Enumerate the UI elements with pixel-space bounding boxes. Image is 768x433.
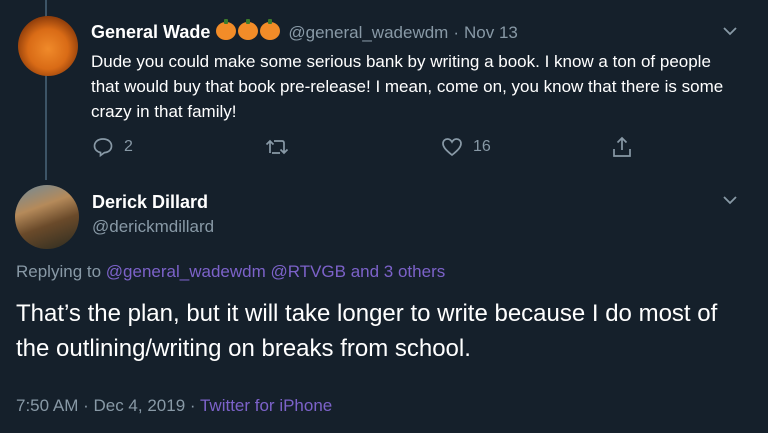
tweet-date[interactable]: Nov 13 <box>464 23 518 43</box>
tweet-header: General Wade @general_wadewdm · Nov 13 <box>91 19 518 43</box>
reply-icon <box>92 136 114 158</box>
replying-to-line: Replying to @general_wadewdm @RTVGB and … <box>16 262 445 282</box>
source-link[interactable]: Twitter for iPhone <box>200 396 332 415</box>
avatar[interactable] <box>15 185 79 249</box>
separator: · <box>453 22 460 42</box>
share-icon <box>611 135 633 159</box>
retweet-icon <box>264 136 290 158</box>
heart-icon <box>441 136 463 158</box>
pumpkin-icon <box>238 19 259 40</box>
pumpkin-emoji-group <box>216 19 282 43</box>
retweet-button[interactable] <box>264 136 290 158</box>
chevron-down-icon[interactable] <box>722 26 738 36</box>
tweet-text: Dude you could make some serious bank by… <box>91 52 724 121</box>
share-button[interactable] <box>611 135 633 159</box>
reply-count: 2 <box>124 138 133 155</box>
chevron-down-icon[interactable] <box>722 195 738 205</box>
author-handle[interactable]: @derickmdillard <box>92 217 214 237</box>
replying-to-link[interactable]: @general_wadewdm @RTVGB and 3 others <box>106 262 445 281</box>
avatar[interactable] <box>18 16 78 76</box>
author-handle[interactable]: @general_wadewdm <box>288 23 448 43</box>
tweet-meta: 7:50 AM · Dec 4, 2019 · Twitter for iPho… <box>16 396 332 416</box>
pumpkin-icon <box>216 19 237 40</box>
author-name[interactable]: Derick Dillard <box>92 192 208 213</box>
reply-button[interactable]: 2 <box>92 136 133 158</box>
author-name[interactable]: General Wade <box>91 22 210 43</box>
like-button[interactable]: 16 <box>441 136 491 158</box>
timestamp[interactable]: 7:50 AM · Dec 4, 2019 · <box>16 396 196 415</box>
pumpkin-icon <box>260 19 281 40</box>
like-count: 16 <box>473 138 491 155</box>
tweet-text: That’s the plan, but it will take longer… <box>16 300 718 362</box>
replying-to-prefix: Replying to <box>16 262 102 281</box>
